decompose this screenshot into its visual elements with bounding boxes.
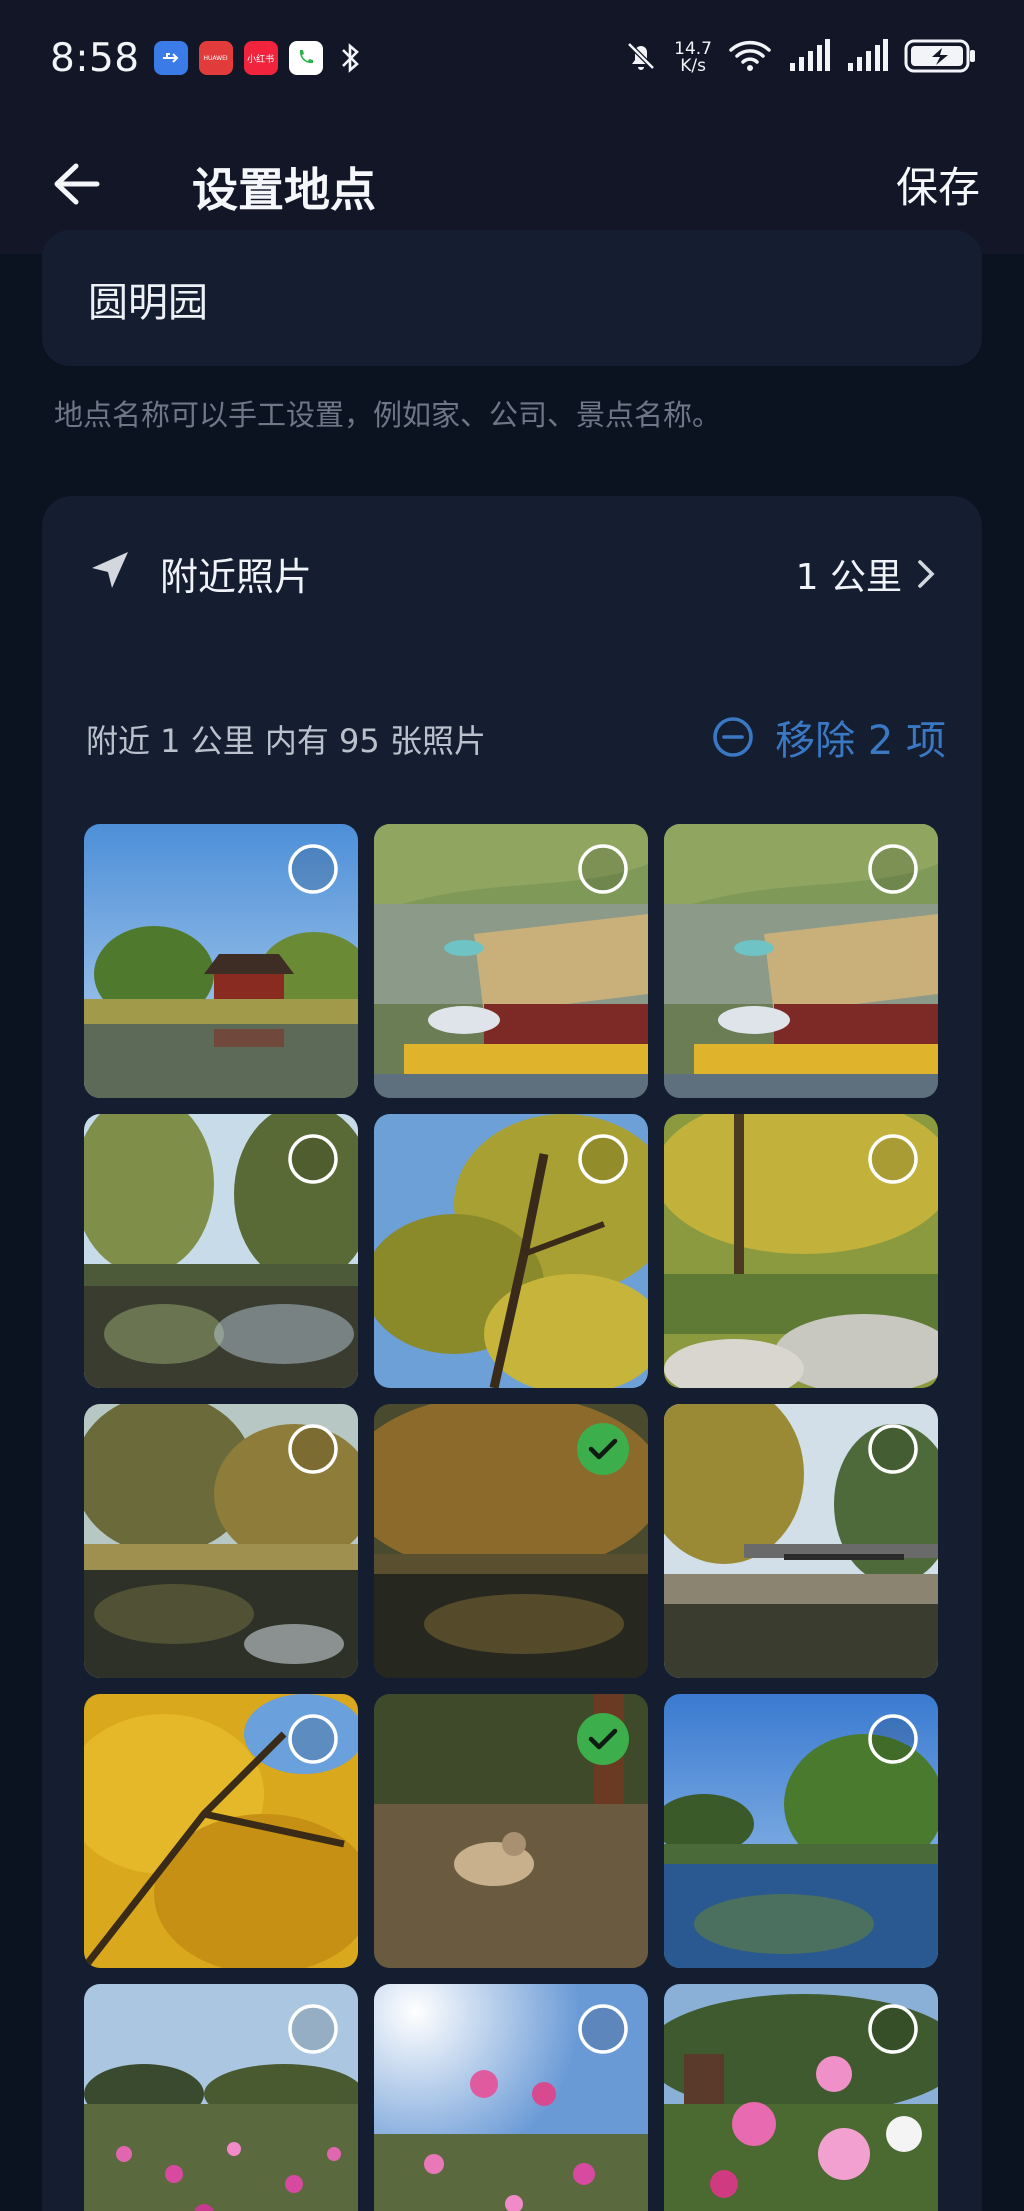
location-name-hint: 地点名称可以手工设置，例如家、公司、景点名称。 bbox=[54, 398, 722, 432]
phone-call-icon bbox=[288, 41, 323, 75]
empty-circle-icon[interactable] bbox=[286, 2002, 340, 2056]
net-speed: 14.7 K/s bbox=[674, 41, 712, 75]
bluetooth-icon bbox=[334, 41, 368, 75]
photo-grid bbox=[84, 824, 938, 2211]
photo-thumbnail[interactable] bbox=[374, 824, 648, 1098]
radius-value: 1 公里 bbox=[795, 557, 902, 598]
signal-icon bbox=[846, 39, 888, 77]
empty-circle-icon[interactable] bbox=[576, 842, 630, 896]
location-name-field[interactable]: 圆明园 bbox=[42, 230, 982, 366]
empty-circle-icon[interactable] bbox=[286, 1712, 340, 1766]
status-time: 8:58 bbox=[50, 35, 140, 81]
page-title: 设置地点 bbox=[192, 163, 376, 217]
set-location-page: 8:58 HUAWEI 小红书 14.7 K/s 设置地点 保存 圆明园 地点名… bbox=[0, 0, 1024, 2211]
photo-thumbnail[interactable] bbox=[374, 1984, 648, 2211]
signal-icon bbox=[788, 39, 830, 77]
notification-icons: HUAWEI 小红书 bbox=[153, 41, 368, 75]
photo-thumbnail[interactable] bbox=[84, 1984, 358, 2211]
minus-circle-icon bbox=[713, 717, 753, 757]
photo-thumbnail[interactable] bbox=[84, 824, 358, 1098]
photo-count-text: 附近 1 公里 内有 95 张照片 bbox=[86, 722, 486, 760]
arrow-left-icon bbox=[54, 163, 100, 205]
mute-bell-icon bbox=[624, 38, 658, 78]
huawei-app-label: HUAWEI bbox=[203, 54, 228, 62]
save-button[interactable]: 保存 bbox=[896, 154, 980, 215]
photo-thumbnail[interactable] bbox=[84, 1404, 358, 1678]
photo-thumbnail[interactable] bbox=[374, 1114, 648, 1388]
empty-circle-icon[interactable] bbox=[576, 2002, 630, 2056]
checkmark-circle-icon[interactable] bbox=[576, 1422, 630, 1476]
photo-thumbnail[interactable] bbox=[664, 1984, 938, 2211]
remove-selected-label: 移除 2 项 bbox=[775, 718, 946, 764]
usb-icon bbox=[153, 41, 188, 75]
photo-thumbnail[interactable] bbox=[84, 1114, 358, 1388]
battery-charging-icon bbox=[904, 38, 976, 78]
empty-circle-icon[interactable] bbox=[286, 842, 340, 896]
chevron-right-icon bbox=[918, 560, 935, 588]
photo-thumbnail[interactable] bbox=[664, 1404, 938, 1678]
photo-thumbnail[interactable] bbox=[664, 1694, 938, 1968]
remove-selected-button[interactable]: 移除 2 项 bbox=[711, 708, 946, 766]
empty-circle-icon[interactable] bbox=[576, 1132, 630, 1186]
huawei-app-icon: HUAWEI bbox=[198, 41, 233, 75]
status-right-icons: 14.7 K/s bbox=[624, 38, 976, 78]
photo-thumbnail[interactable] bbox=[374, 1694, 648, 1968]
checkmark-circle-icon[interactable] bbox=[576, 1712, 630, 1766]
wifi-icon bbox=[728, 38, 772, 78]
nearby-photos-title: 附近照片 bbox=[160, 555, 313, 599]
empty-circle-icon[interactable] bbox=[866, 1712, 920, 1766]
empty-circle-icon[interactable] bbox=[286, 1132, 340, 1186]
empty-circle-icon[interactable] bbox=[866, 1132, 920, 1186]
net-speed-unit: K/s bbox=[680, 56, 706, 76]
photo-thumbnail[interactable] bbox=[664, 1114, 938, 1388]
location-name-value[interactable]: 圆明园 bbox=[88, 270, 208, 328]
nearby-photos-card: 附近照片 1 公里 附近 1 公里 内有 95 张照片 移除 2 项 bbox=[42, 496, 982, 2211]
location-arrow-icon bbox=[92, 552, 128, 588]
empty-circle-icon[interactable] bbox=[866, 2002, 920, 2056]
xiaohongshu-app-label: 小红书 bbox=[247, 54, 275, 65]
photo-thumbnail[interactable] bbox=[84, 1694, 358, 1968]
back-button[interactable] bbox=[48, 156, 104, 212]
empty-circle-icon[interactable] bbox=[866, 1422, 920, 1476]
xiaohongshu-icon: 小红书 bbox=[243, 41, 278, 75]
status-bar: 8:58 HUAWEI 小红书 14.7 K/s bbox=[0, 0, 1024, 116]
photo-thumbnail[interactable] bbox=[374, 1404, 648, 1678]
empty-circle-icon[interactable] bbox=[286, 1422, 340, 1476]
empty-circle-icon[interactable] bbox=[866, 842, 920, 896]
radius-selector[interactable]: 1 公里 bbox=[796, 548, 936, 600]
nearby-photos-row[interactable]: 附近照片 1 公里 bbox=[42, 542, 982, 600]
photo-thumbnail[interactable] bbox=[664, 824, 938, 1098]
